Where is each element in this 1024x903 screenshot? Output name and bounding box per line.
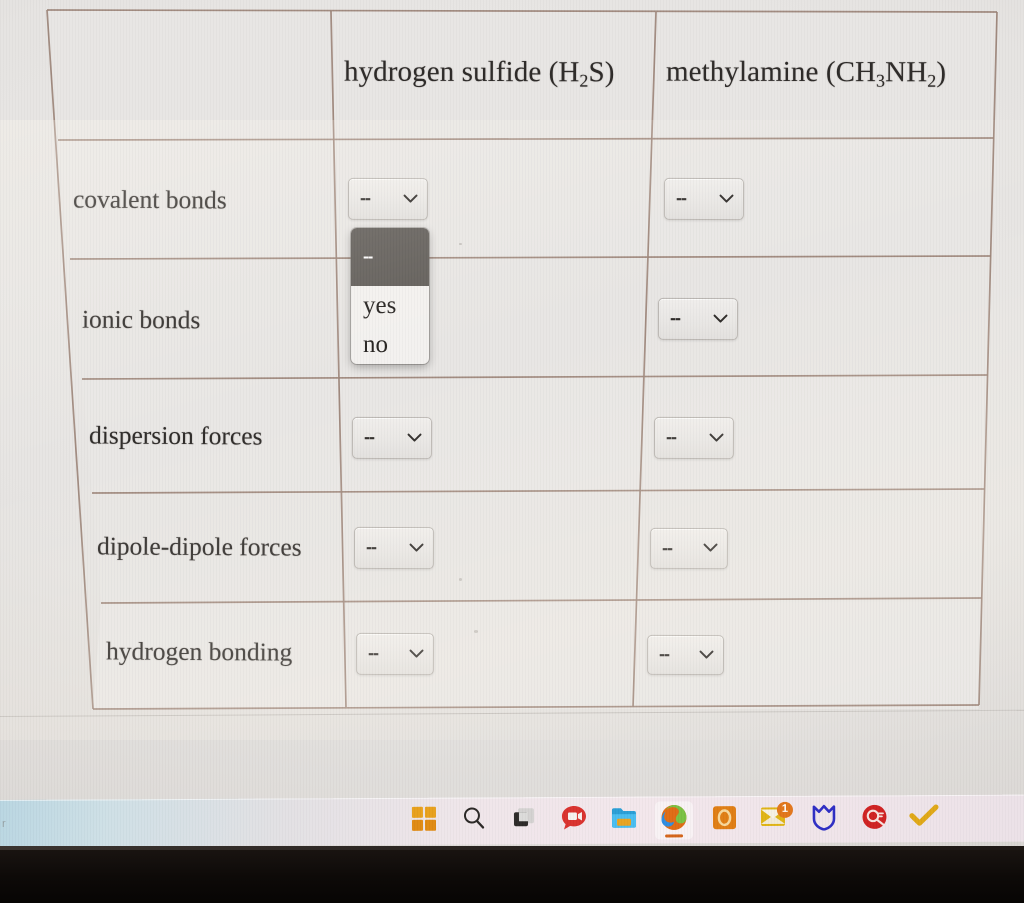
select-value: -- [658, 643, 670, 664]
row-header-ionic-bonds: ionic bonds [81, 304, 201, 335]
chevron-down-icon [719, 194, 734, 203]
taskbar-item-security[interactable] [805, 800, 843, 838]
select-value: -- [661, 537, 673, 558]
task-view-icon [511, 805, 537, 836]
select-ionic-bonds-ch3nh2[interactable]: -- [657, 297, 739, 341]
taskbar-item-tasks[interactable] [905, 800, 943, 838]
chevron-down-icon [699, 650, 714, 659]
shield-icon [811, 803, 837, 835]
row-header-hydrogen-bonding: hydrogen bonding [105, 636, 293, 667]
row-header-dipole-dipole-forces: dipole-dipole forces [96, 531, 302, 562]
taskbar-item-start[interactable] [405, 802, 443, 840]
column-header-h2s: hydrogen sulfide (H2S) [343, 55, 615, 91]
dust-speck [459, 243, 462, 245]
select-hydrogen-bonding-ch3nh2[interactable]: -- [646, 634, 725, 676]
taskbar-item-search[interactable] [455, 802, 493, 840]
file-explorer-icon [610, 805, 638, 836]
taskbar-item-task-view[interactable] [505, 802, 543, 840]
chevron-down-icon [409, 543, 424, 552]
screen-corner-artifact: r [2, 818, 6, 830]
select-value: -- [665, 426, 677, 447]
table-grid [46, 9, 998, 710]
taskbar-item-orange-app[interactable] [705, 801, 743, 839]
select-value: -- [367, 642, 379, 663]
taskbar-item-chat[interactable] [555, 801, 593, 839]
windows-start-icon [411, 806, 437, 837]
row-header-dispersion-forces: dispersion forces [88, 420, 263, 451]
monitor-screen: hydrogen sulfide (H2S) methylamine (CH3N… [0, 0, 1024, 846]
select-covalent-bonds-ch3nh2[interactable]: -- [663, 177, 745, 221]
windows-taskbar: 1 [0, 794, 1024, 846]
dropdown-option-dashes[interactable]: -- [351, 228, 429, 286]
select-value: -- [669, 307, 681, 328]
select-dispersion-forces-h2s[interactable]: -- [351, 416, 433, 460]
select-value: -- [359, 187, 371, 208]
dropdown-option-no[interactable]: no [351, 325, 429, 364]
mail-badge: 1 [776, 801, 793, 818]
monitor-bezel [0, 846, 1024, 903]
select-covalent-bonds-h2s[interactable]: -- [347, 177, 429, 221]
select-value: -- [363, 426, 375, 447]
select-dipole-dipole-forces-ch3nh2[interactable]: -- [649, 527, 729, 570]
taskbar-item-mail[interactable]: 1 [755, 800, 793, 838]
taskbar-item-file-explorer[interactable] [605, 801, 643, 839]
select-hydrogen-bonding-h2s[interactable]: -- [355, 632, 435, 676]
taskbar-item-microsoft-edge[interactable] [654, 800, 694, 840]
chevron-down-icon [409, 649, 424, 658]
orange-app-icon [710, 804, 737, 836]
column-header-ch3nh2: methylamine (CH3NH2) [665, 55, 947, 91]
chevron-down-icon [403, 194, 418, 203]
row-header-covalent-bonds: covalent bonds [72, 184, 227, 215]
dropdown-menu-covalent-bonds-h2s[interactable]: -- yes no [351, 228, 429, 364]
dust-speck [474, 630, 478, 633]
chevron-down-icon [713, 314, 728, 323]
checkmark-icon [909, 803, 939, 834]
select-value: -- [675, 187, 687, 208]
red-circle-app-icon [860, 803, 887, 835]
select-value: -- [365, 536, 377, 557]
properties-table: hydrogen sulfide (H2S) methylamine (CH3N… [0, 0, 1024, 712]
chat-video-icon [560, 804, 588, 837]
search-icon [461, 805, 487, 836]
dropdown-option-yes[interactable]: yes [351, 286, 429, 325]
microsoft-edge-icon [660, 803, 688, 836]
chevron-down-icon [703, 543, 718, 552]
select-dipole-dipole-forces-h2s[interactable]: -- [353, 526, 435, 570]
dust-speck [459, 578, 462, 581]
browser-content: hydrogen sulfide (H2S) methylamine (CH3N… [0, 0, 1024, 717]
taskbar-item-red-app[interactable] [855, 800, 893, 838]
select-dispersion-forces-ch3nh2[interactable]: -- [653, 416, 735, 460]
chevron-down-icon [407, 433, 422, 442]
chevron-down-icon [709, 433, 724, 442]
